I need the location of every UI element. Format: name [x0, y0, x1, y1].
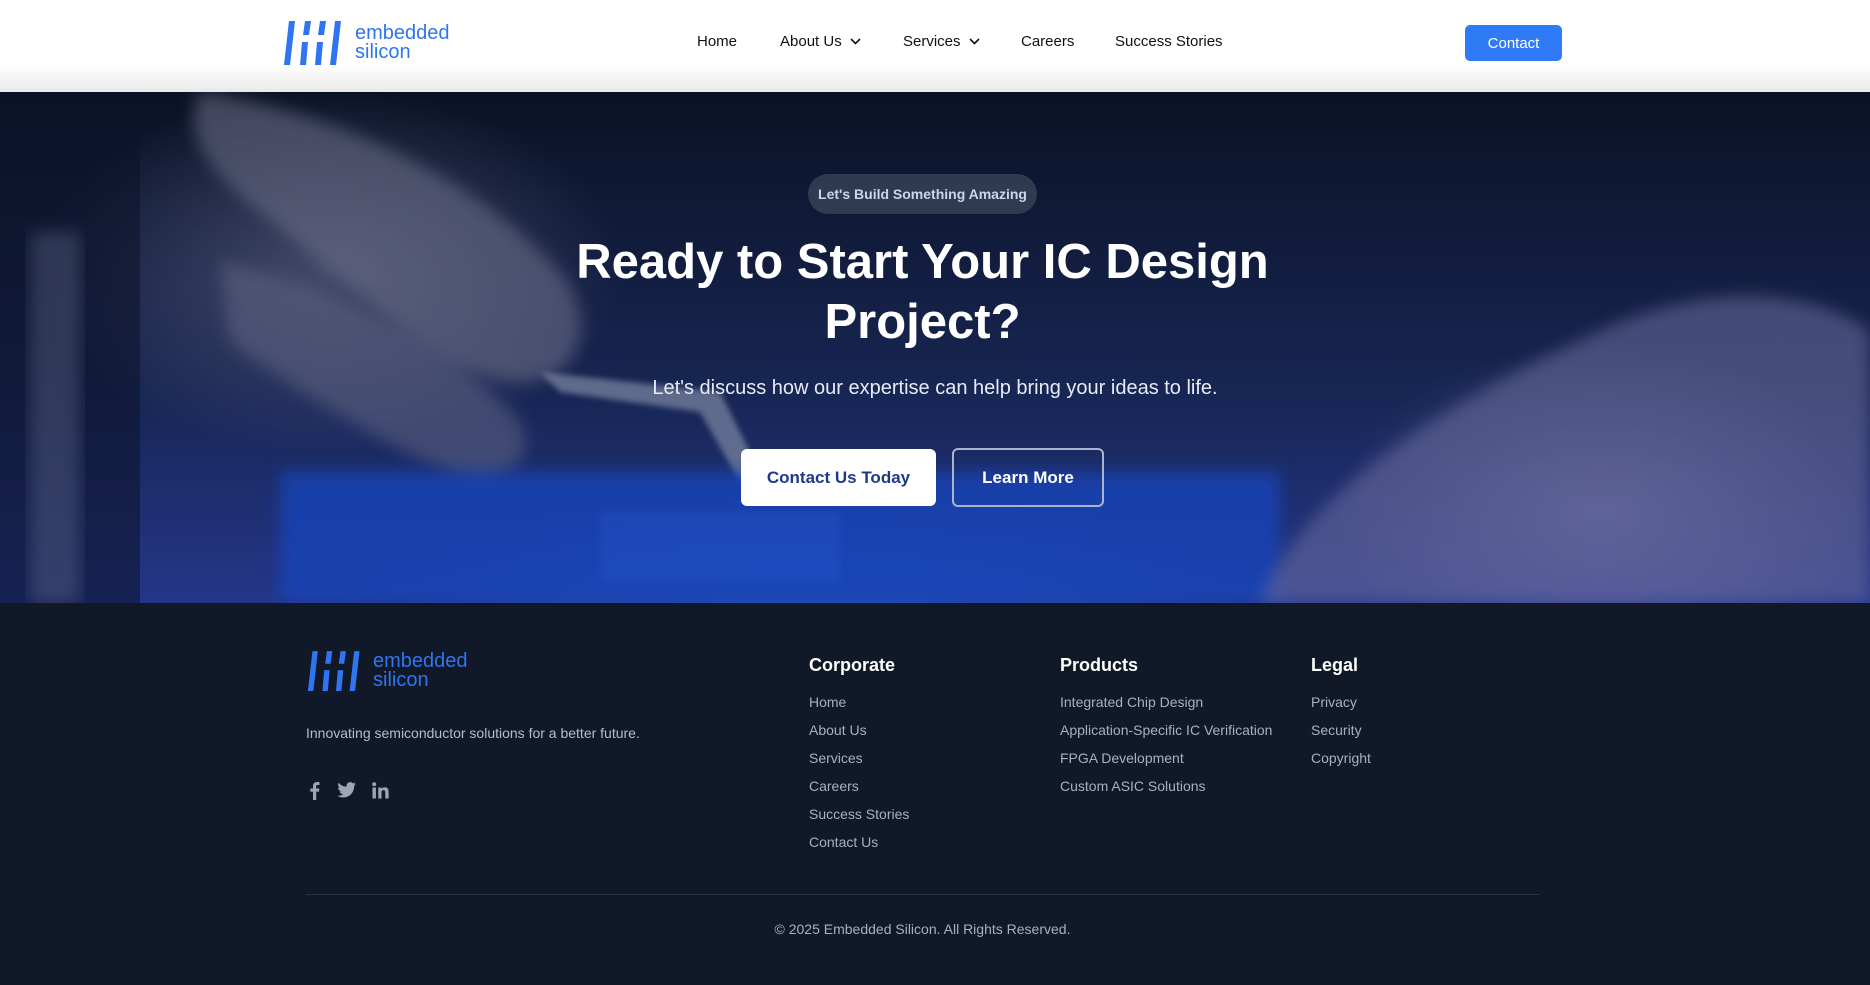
nav-services[interactable]: Services — [903, 33, 980, 50]
footer-column-corporate: Corporate Home About Us Services Careers… — [809, 655, 909, 856]
footer-link-fpga-development[interactable]: FPGA Development — [1060, 744, 1272, 772]
footer-link-careers[interactable]: Careers — [809, 772, 909, 800]
hero-title-line-1: Ready to Start Your IC Design — [576, 235, 1269, 289]
footer-link-security[interactable]: Security — [1311, 716, 1371, 744]
footer-link-copyright[interactable]: Copyright — [1311, 744, 1371, 772]
logo-line-2: silicon — [355, 41, 411, 63]
footer-link-home[interactable]: Home — [809, 688, 909, 716]
footer-link-about-us[interactable]: About Us — [809, 716, 909, 744]
chevron-down-icon — [968, 38, 980, 45]
contact-us-today-button[interactable]: Contact Us Today — [741, 449, 936, 506]
footer-link-integrated-chip-design[interactable]: Integrated Chip Design — [1060, 688, 1272, 716]
footer-divider — [306, 894, 1539, 895]
footer-link-custom-asic[interactable]: Custom ASIC Solutions — [1060, 772, 1272, 800]
twitter-icon[interactable] — [337, 782, 356, 800]
hero-subtitle: Let's discuss how our expertise can help… — [652, 377, 1218, 399]
nav-about-us-label: About Us — [780, 33, 842, 50]
footer-link-asic-verification[interactable]: Application-Specific IC Verification — [1060, 716, 1272, 744]
nav-careers[interactable]: Careers — [1021, 33, 1074, 50]
footer-links: Integrated Chip Design Application-Speci… — [1060, 688, 1272, 800]
hero-title-line-2: Project? — [824, 295, 1021, 349]
facebook-icon[interactable] — [309, 782, 321, 800]
hero-section: Let's Build Something Amazing Ready to S… — [0, 92, 1870, 603]
footer-link-contact-us[interactable]: Contact Us — [809, 828, 909, 856]
nav-careers-label: Careers — [1021, 33, 1075, 50]
footer-column-title: Corporate — [809, 655, 896, 675]
site-header: embedded silicon Home About Us Services … — [0, 0, 1870, 92]
logo-line-2: silicon — [373, 669, 429, 691]
header-contact-button[interactable]: Contact — [1465, 25, 1562, 61]
linkedin-icon[interactable] — [372, 782, 389, 800]
nav-success-stories-label: Success Stories — [1115, 33, 1223, 50]
nav-home[interactable]: Home — [697, 33, 737, 50]
nav-home-label: Home — [697, 33, 738, 50]
footer-link-services[interactable]: Services — [809, 744, 909, 772]
footer-column-title: Legal — [1311, 655, 1359, 675]
footer-links: Home About Us Services Careers Success S… — [809, 688, 909, 856]
footer-link-privacy[interactable]: Privacy — [1311, 688, 1371, 716]
header-logo[interactable]: embedded silicon — [283, 21, 450, 65]
chevron-down-icon — [850, 38, 861, 45]
logo-text: embedded silicon — [365, 651, 468, 691]
copyright-text: © 2025 Embedded Silicon. All Rights Rese… — [774, 921, 1071, 937]
footer-link-success-stories[interactable]: Success Stories — [809, 800, 909, 828]
footer-tagline: Innovating semiconductor solutions for a… — [306, 725, 640, 741]
site-footer: embedded silicon Innovating semiconducto… — [0, 603, 1870, 985]
footer-column-legal: Legal Privacy Security Copyright — [1311, 655, 1371, 772]
footer-links: Privacy Security Copyright — [1311, 688, 1371, 772]
footer-logo[interactable]: embedded silicon — [307, 651, 468, 691]
footer-column-title: Products — [1060, 655, 1139, 675]
logo-mark-icon — [307, 651, 360, 691]
hero-badge: Let's Build Something Amazing — [808, 174, 1037, 214]
hero-title: Ready to Start Your IC Design Project? — [535, 232, 1310, 352]
logo-mark-icon — [284, 21, 341, 65]
social-links — [309, 782, 389, 800]
footer-column-products: Products Integrated Chip Design Applicat… — [1060, 655, 1272, 800]
logo-text: embedded silicon — [347, 23, 450, 63]
nav-success-stories[interactable]: Success Stories — [1115, 33, 1223, 50]
learn-more-button[interactable]: Learn More — [952, 448, 1104, 507]
nav-about-us[interactable]: About Us — [780, 33, 861, 50]
nav-services-label: Services — [903, 33, 961, 50]
